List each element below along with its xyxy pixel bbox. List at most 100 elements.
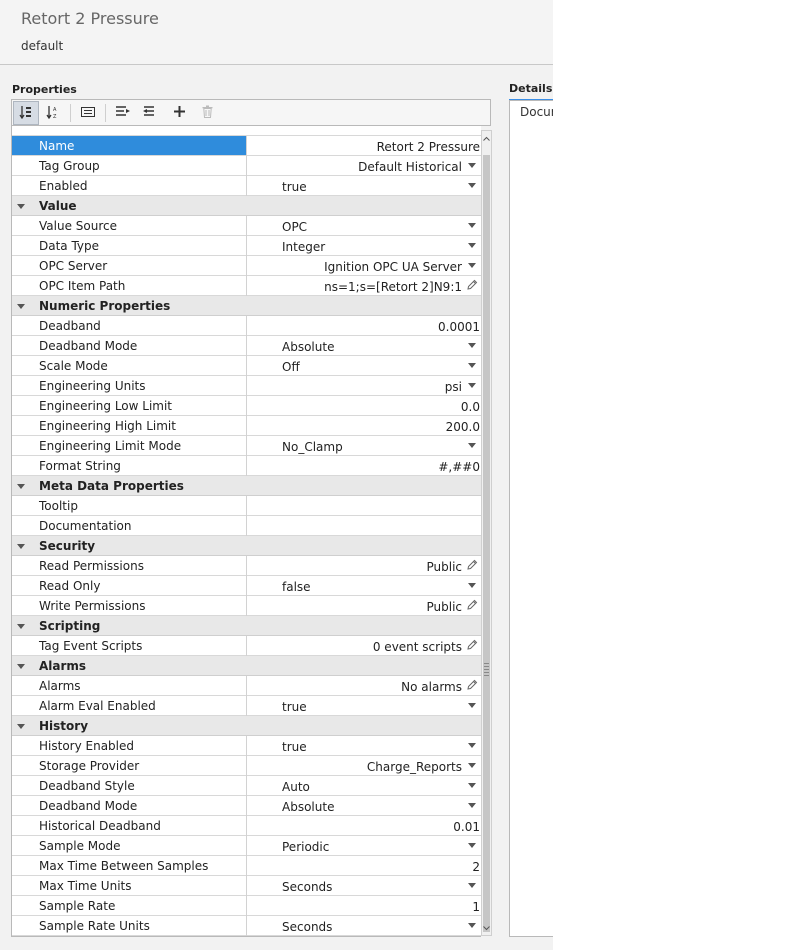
group-header-scripting[interactable]: Scripting [12,616,481,636]
scrollbar-thumb[interactable] [483,155,490,932]
collapse-triangle-icon[interactable] [17,664,25,669]
group-header-value[interactable]: Value [12,196,481,216]
property-row-historical-deadband[interactable]: Historical Deadband 0.01 [12,816,481,836]
collapse-all-button[interactable] [138,101,164,125]
property-value[interactable]: false [282,580,311,594]
property-value[interactable]: Charge_Reports [367,760,462,774]
collapse-triangle-icon[interactable] [17,544,25,549]
property-row-value-source[interactable]: Value Source OPC [12,216,481,236]
dropdown-arrow-icon[interactable] [466,579,478,591]
edit-pencil-icon[interactable] [466,279,478,291]
property-value[interactable]: true [282,700,307,714]
property-value[interactable]: Periodic [282,840,329,854]
property-row-max-time-between-samples[interactable]: Max Time Between Samples 2 [12,856,481,876]
property-value[interactable]: Ignition OPC UA Server [324,260,462,274]
delete-property-button[interactable] [194,101,220,125]
property-row-format-string[interactable]: Format String #,##0 [12,456,481,476]
property-value[interactable]: OPC [282,220,307,234]
property-row-write-permissions[interactable]: Write Permissions Public [12,596,481,616]
edit-pencil-icon[interactable] [466,559,478,571]
property-value[interactable]: No alarms [401,680,462,694]
dropdown-arrow-icon[interactable] [466,699,478,711]
dropdown-arrow-icon[interactable] [466,339,478,351]
property-value[interactable]: Default Historical [358,160,462,174]
property-row-name[interactable]: Name Retort 2 Pressure [12,136,481,156]
collapse-triangle-icon[interactable] [17,724,25,729]
group-header-meta-data-properties[interactable]: Meta Data Properties [12,476,481,496]
edit-pencil-icon[interactable] [466,679,478,691]
property-value[interactable]: Absolute [282,340,334,354]
property-row-tag-group[interactable]: Tag Group Default Historical [12,156,481,176]
property-row-deadband[interactable]: Deadband 0.0001 [12,316,481,336]
property-value[interactable]: 200.0 [446,420,480,434]
property-row-alarm-eval-enabled[interactable]: Alarm Eval Enabled true [12,696,481,716]
property-row-opc-server[interactable]: OPC Server Ignition OPC UA Server [12,256,481,276]
property-value[interactable]: Integer [282,240,325,254]
dropdown-arrow-icon[interactable] [466,759,478,771]
expand-all-button[interactable] [110,101,136,125]
property-row-deadband-mode[interactable]: Deadband Mode Absolute [12,796,481,816]
property-value[interactable]: Seconds [282,920,332,934]
edit-pencil-icon[interactable] [466,599,478,611]
property-row-storage-provider[interactable]: Storage Provider Charge_Reports [12,756,481,776]
property-value[interactable]: Retort 2 Pressure [377,140,480,154]
add-property-button[interactable] [166,101,192,125]
property-row-history-enabled[interactable]: History Enabled true [12,736,481,756]
property-value[interactable]: Seconds [282,880,332,894]
dropdown-arrow-icon[interactable] [466,359,478,371]
property-row-deadband-style[interactable]: Deadband Style Auto [12,776,481,796]
description-button[interactable] [75,101,101,125]
property-row-data-type[interactable]: Data Type Integer [12,236,481,256]
property-row-documentation[interactable]: Documentation [12,516,481,536]
property-row-sample-mode[interactable]: Sample Mode Periodic [12,836,481,856]
dropdown-arrow-icon[interactable] [466,159,478,171]
group-header-history[interactable]: History [12,716,481,736]
property-value[interactable]: No_Clamp [282,440,343,454]
collapse-triangle-icon[interactable] [17,624,25,629]
property-row-enabled[interactable]: Enabled true [12,176,481,196]
collapse-triangle-icon[interactable] [17,204,25,209]
scroll-up-icon[interactable] [482,132,491,144]
property-value[interactable]: true [282,180,307,194]
property-value[interactable]: Public [426,560,462,574]
property-row-engineering-limit-mode[interactable]: Engineering Limit Mode No_Clamp [12,436,481,456]
dropdown-arrow-icon[interactable] [466,439,478,451]
property-row-engineering-low-limit[interactable]: Engineering Low Limit 0.0 [12,396,481,416]
scroll-down-icon[interactable] [482,922,491,934]
dropdown-arrow-icon[interactable] [466,179,478,191]
property-value[interactable]: psi [445,380,462,394]
property-value[interactable]: 0.0001 [438,320,480,334]
property-value[interactable]: Public [426,600,462,614]
property-row-engineering-units[interactable]: Engineering Units psi [12,376,481,396]
details-tab[interactable]: Details [509,82,553,101]
property-value[interactable]: 1 [472,900,480,914]
dropdown-arrow-icon[interactable] [466,259,478,271]
dropdown-arrow-icon[interactable] [466,739,478,751]
property-row-scale-mode[interactable]: Scale Mode Off [12,356,481,376]
property-row-read-only[interactable]: Read Only false [12,576,481,596]
property-row-sample-rate-units[interactable]: Sample Rate Units Seconds [12,916,481,936]
dropdown-arrow-icon[interactable] [466,379,478,391]
property-row-read-permissions[interactable]: Read Permissions Public [12,556,481,576]
property-row-tooltip[interactable]: Tooltip [12,496,481,516]
property-value[interactable]: 0.01 [453,820,480,834]
dropdown-arrow-icon[interactable] [466,219,478,231]
dropdown-arrow-icon[interactable] [466,779,478,791]
property-value[interactable]: Off [282,360,300,374]
dropdown-arrow-icon[interactable] [466,879,478,891]
property-value[interactable]: #,##0 [438,460,480,474]
property-value[interactable]: Absolute [282,800,334,814]
dropdown-arrow-icon[interactable] [466,239,478,251]
property-value[interactable]: true [282,740,307,754]
collapse-triangle-icon[interactable] [17,484,25,489]
group-header-security[interactable]: Security [12,536,481,556]
dropdown-arrow-icon[interactable] [466,799,478,811]
property-value[interactable]: Auto [282,780,310,794]
sort-alpha-button[interactable]: AZ [40,101,66,125]
property-row-sample-rate[interactable]: Sample Rate 1 [12,896,481,916]
sort-category-button[interactable] [13,101,39,125]
property-value[interactable]: 0.0 [461,400,480,414]
property-row-deadband-mode[interactable]: Deadband Mode Absolute [12,336,481,356]
property-value[interactable]: ns=1;s=[Retort 2]N9:1 [324,280,462,294]
group-header-numeric-properties[interactable]: Numeric Properties [12,296,481,316]
